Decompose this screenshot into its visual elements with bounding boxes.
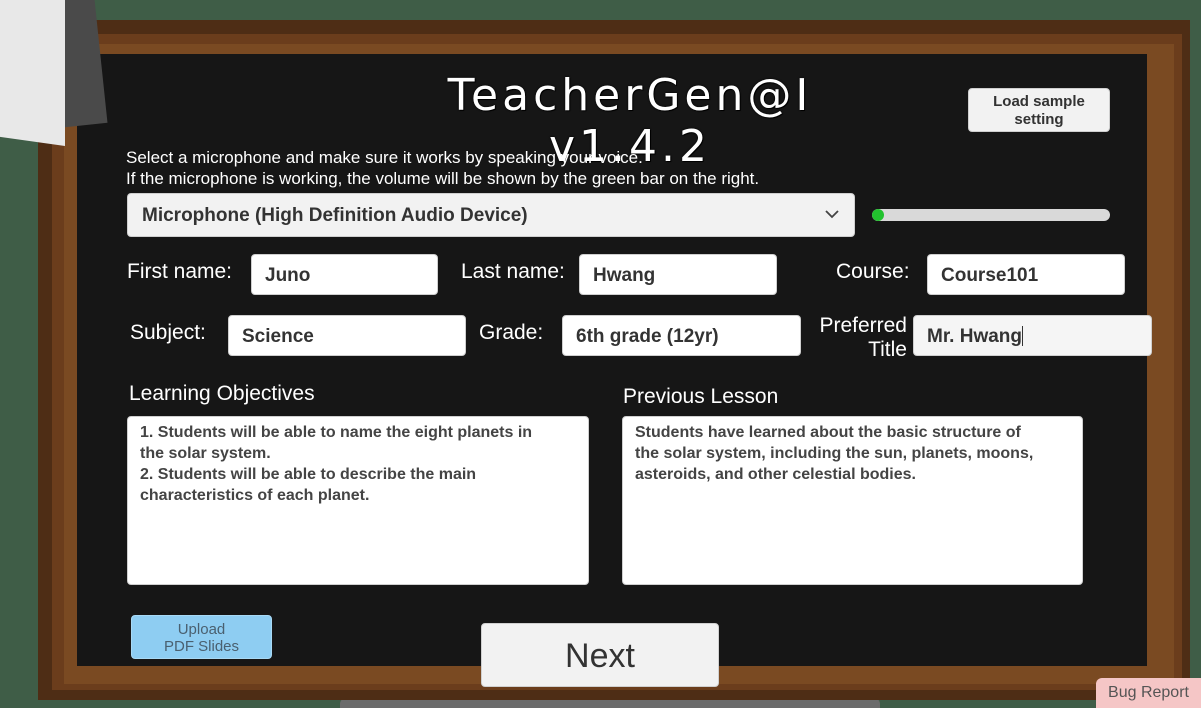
learning-objectives-line: 1. Students will be able to name the eig… [140,424,533,441]
microphone-instructions: Select a microphone and make sure it wor… [126,147,759,189]
last-name-input[interactable]: Hwang [579,254,777,295]
preferred-title-input[interactable]: Mr. Hwang [913,315,1152,356]
subject-input[interactable]: Science [228,315,466,356]
instructions-line1: Select a microphone and make sure it wor… [126,148,643,167]
preferred-title-value: Mr. Hwang [927,326,1023,347]
upload-label-line1: Upload [177,621,226,638]
preferred-title-label: Preferred Title [812,314,907,362]
course-input[interactable]: Course101 [927,254,1125,295]
learning-objectives-line: the solar system. [140,445,271,462]
upload-pdf-slides-button[interactable]: Upload PDF Slides [131,615,272,659]
course-label: Course: [836,260,910,283]
previous-lesson-textarea[interactable]: Students have learned about the basic st… [622,416,1083,585]
next-button[interactable]: Next [481,623,719,687]
volume-meter-fill [872,209,884,221]
preferred-title-label-line1: Preferred [819,314,907,337]
grade-label: Grade: [479,321,544,344]
instructions-line2: If the microphone is working, the volume… [126,169,760,188]
previous-lesson-line: the solar system, including the sun, pla… [635,445,1034,462]
load-sample-setting-button[interactable]: Load sample setting [968,88,1110,132]
first-name-input[interactable]: Juno [251,254,438,295]
microphone-selected-value: Microphone (High Definition Audio Device… [142,205,528,226]
last-name-label: Last name: [461,260,565,283]
learning-objectives-line: characteristics of each planet. [140,487,370,504]
previous-lesson-line: asteroids, and other celestial bodies. [635,466,916,483]
bug-report-button[interactable]: Bug Report [1096,678,1201,708]
microphone-select[interactable]: Microphone (High Definition Audio Device… [127,193,855,237]
learning-objectives-textarea[interactable]: 1. Students will be able to name the eig… [127,416,589,585]
volume-meter [872,209,1110,221]
paper-sheet [0,0,65,146]
previous-lesson-line: Students have learned about the basic st… [635,424,1021,441]
load-sample-label-line1: Load sample [993,93,1085,110]
grade-input[interactable]: 6th grade (12yr) [562,315,801,356]
text-caret [1022,326,1024,346]
preferred-title-label-line2: Title [868,338,907,361]
previous-lesson-label: Previous Lesson [623,385,779,408]
learning-objectives-line: 2. Students will be able to describe the… [140,466,477,483]
upload-label-line2: PDF Slides [163,638,240,655]
first-name-label: First name: [127,260,233,283]
load-sample-label-line2: setting [1014,111,1064,128]
learning-objectives-label: Learning Objectives [129,382,315,405]
subject-label: Subject: [130,321,206,344]
chevron-down-icon [825,210,839,219]
